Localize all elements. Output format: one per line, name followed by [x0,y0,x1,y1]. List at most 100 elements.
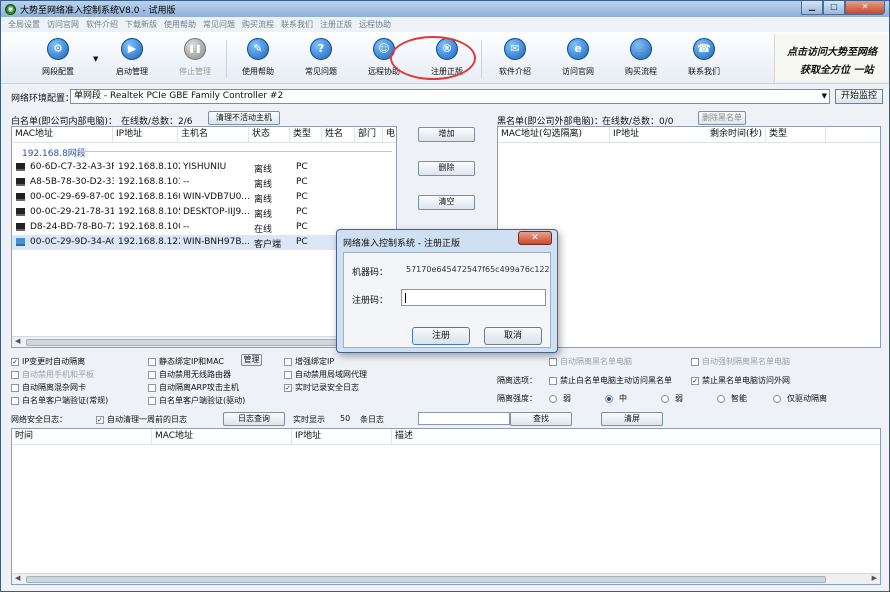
delete-blacklist-button[interactable]: 删除黑名单 [698,111,746,125]
auto-disable-lan-proxy-checkbox[interactable]: 自动禁用局域网代理 [284,369,367,380]
menu-remote[interactable]: 远程协助 [359,19,391,30]
faq-button[interactable]: ? 常见问题 [290,38,352,77]
stop-manage-button[interactable]: ❚❚ 停止管理 [164,38,226,77]
menu-help[interactable]: 使用帮助 [164,19,196,30]
col-bl-mac[interactable]: MAC地址(勾选隔离) [498,127,610,142]
visit-site-button[interactable]: e 访问官网 [547,38,609,77]
minimize-button[interactable]: ▁ [801,1,823,15]
cart-icon: 🛒 [630,38,652,60]
computer-icon [16,223,25,231]
scroll-left-icon[interactable]: ◀ [15,337,20,345]
menu-contact[interactable]: 联系我们 [281,19,313,30]
cancel-button[interactable]: 取消 [484,327,542,345]
log-query-button[interactable]: 日志查询 [223,412,285,426]
usage-help-button[interactable]: ✎ 使用帮助 [227,38,289,77]
contact-button[interactable]: ☎ 联系我们 [673,38,735,77]
auto-isolate-arp-checkbox[interactable]: 自动隔离ARP攻击主机 [148,382,239,393]
computer-icon [16,178,25,186]
auto-isolate-mixed-nic-checkbox[interactable]: 自动隔离混杂网卡 [11,382,86,393]
strength-medium-radio[interactable]: 中 [605,393,627,404]
col-bl-remaining[interactable]: 剩余时间(秒) [704,127,766,142]
realtime-log-checkbox[interactable]: ✓ 实时记录安全日志 [284,382,359,393]
table-row[interactable]: A8-5B-78-30-D2-33 192.168.8.103 -- 离线 PC [12,175,396,190]
menu-purchase[interactable]: 购买流程 [242,19,274,30]
start-manage-button[interactable]: ▶ 启动管理 [101,38,163,77]
add-button[interactable]: 增加 [418,127,475,142]
ip-change-isolate-checkbox[interactable]: ✓ IP变更时自动隔离 [11,356,85,367]
help-book-icon: ✎ [247,38,269,60]
table-row[interactable]: 60-6D-C7-32-A3-3F 192.168.8.102 YISHUNIU… [12,160,396,175]
strength-weak2-radio[interactable]: 弱 [661,393,683,404]
dialog-close-button[interactable]: ✕ [518,231,552,245]
col-type[interactable]: 类型 [290,127,322,142]
col-log-time[interactable]: 时间 [12,429,152,444]
contact-icon: ☎ [693,38,715,60]
auto-disable-router-checkbox[interactable]: 自动禁用无线路由器 [148,369,231,380]
auto-clean-log-checkbox[interactable]: ✓ 自动清理一周前的日志 [96,414,187,425]
auto-isolate-black-checkbox[interactable]: 自动隔离黑名单电脑 [549,356,632,367]
delete-button[interactable]: 删除 [418,161,475,176]
network-env-row: 网络环境配置： 单网段 - Realtek PCIe GBE Family Co… [1,89,889,105]
network-config-button[interactable]: ⚙ 网段配置 [27,38,89,77]
col-hostname[interactable]: 主机名 [178,127,249,142]
group-header[interactable]: 192.168.8网段 [22,146,86,159]
promo-banner[interactable]: 点击访问大势至网络 获取全方位 一站 [774,34,888,82]
log-search-input[interactable] [418,412,510,425]
realtime-count-value[interactable]: 50 [340,414,350,423]
col-mac[interactable]: MAC地址 [12,127,113,142]
enhanced-bind-checkbox[interactable]: 增强绑定IP [284,356,334,367]
clear-screen-button[interactable]: 清屏 [601,412,663,426]
menu-download[interactable]: 下载新版 [125,19,157,30]
close-button[interactable]: ✕ [845,1,885,15]
app-logo-icon: ◉ [5,3,16,15]
strength-smart-radio[interactable]: 智能 [717,393,747,404]
col-ip[interactable]: IP地址 [113,127,178,142]
forbid-black-internet-checkbox[interactable]: ✓ 禁止黑名单电脑访问外网 [691,375,790,386]
static-bind-checkbox[interactable]: 静态绑定IP和MAC [148,356,224,367]
reg-code-label: 注册码： [352,296,389,306]
gear-icon: ⚙ [47,38,69,60]
adapter-select[interactable]: 单网段 - Realtek PCIe GBE Family Controller… [70,89,830,104]
auto-disable-phone-checkbox[interactable]: 自动禁用手机和平板 [11,369,94,380]
menu-software-intro[interactable]: 软件介绍 [86,19,118,30]
log-unit-label: 条日志 [360,415,384,424]
purchase-button[interactable]: 🛒 购买流程 [610,38,672,77]
maximize-button[interactable]: □ [823,1,845,15]
start-monitor-button[interactable]: 开始监控 [835,89,883,104]
chevron-down-icon[interactable]: ▼ [93,55,98,63]
strength-driver-only-radio[interactable]: 仅驱动隔离 [773,393,827,404]
forbid-white-access-black-checkbox[interactable]: 禁止白名单电脑主动访问黑名单 [549,375,672,386]
manage-button[interactable]: 管理 [241,354,262,366]
question-icon: ? [310,38,332,60]
log-hscroll[interactable]: ◀ ▶ [12,573,880,584]
software-intro-button[interactable]: ✉ 软件介绍 [484,38,546,77]
strength-weak-radio[interactable]: 弱 [549,393,571,404]
scroll-right-icon[interactable]: ▶ [872,574,877,582]
col-log-desc[interactable]: 描述 [392,429,880,444]
reg-code-input[interactable] [401,289,546,306]
clear-button[interactable]: 清空 [418,195,475,210]
menu-visit-site[interactable]: 访问官网 [47,19,79,30]
menu-faq[interactable]: 常见问题 [203,19,235,30]
whitelist-client-verify-checkbox[interactable]: 白名单客户端验证(常规) [11,395,108,406]
col-phone[interactable]: 电 [383,127,396,142]
col-bl-ip[interactable]: IP地址 [610,127,708,142]
table-row[interactable]: 00-0C-29-21-78-31 192.168.8.105 DESKTOP-… [12,205,396,220]
table-row[interactable]: 00-0C-29-69-87-00 192.168.8.160 WIN-VDB7… [12,190,396,205]
menu-global-settings[interactable]: 全局设置 [8,19,40,30]
isolate-options-label: 隔离选项： [497,376,537,385]
realtime-show-label: 实时显示 [293,415,325,424]
scroll-left-icon[interactable]: ◀ [15,574,20,582]
col-log-ip[interactable]: IP地址 [292,429,392,444]
menu-register[interactable]: 注册正版 [320,19,352,30]
search-button[interactable]: 查找 [510,412,572,426]
col-dept[interactable]: 部门 [355,127,383,142]
col-status[interactable]: 状态 [249,127,290,142]
clear-inactive-button[interactable]: 清理不活动主机 [208,111,280,125]
col-bl-type[interactable]: 类型 [766,127,826,142]
col-log-mac[interactable]: MAC地址 [152,429,292,444]
auto-force-isolate-black-checkbox[interactable]: 自动强制隔离黑名单电脑 [691,356,790,367]
whitelist-driver-verify-checkbox[interactable]: 白名单客户端验证(驱动) [148,395,245,406]
register-confirm-button[interactable]: 注册 [412,327,470,345]
col-name[interactable]: 姓名 [322,127,355,142]
